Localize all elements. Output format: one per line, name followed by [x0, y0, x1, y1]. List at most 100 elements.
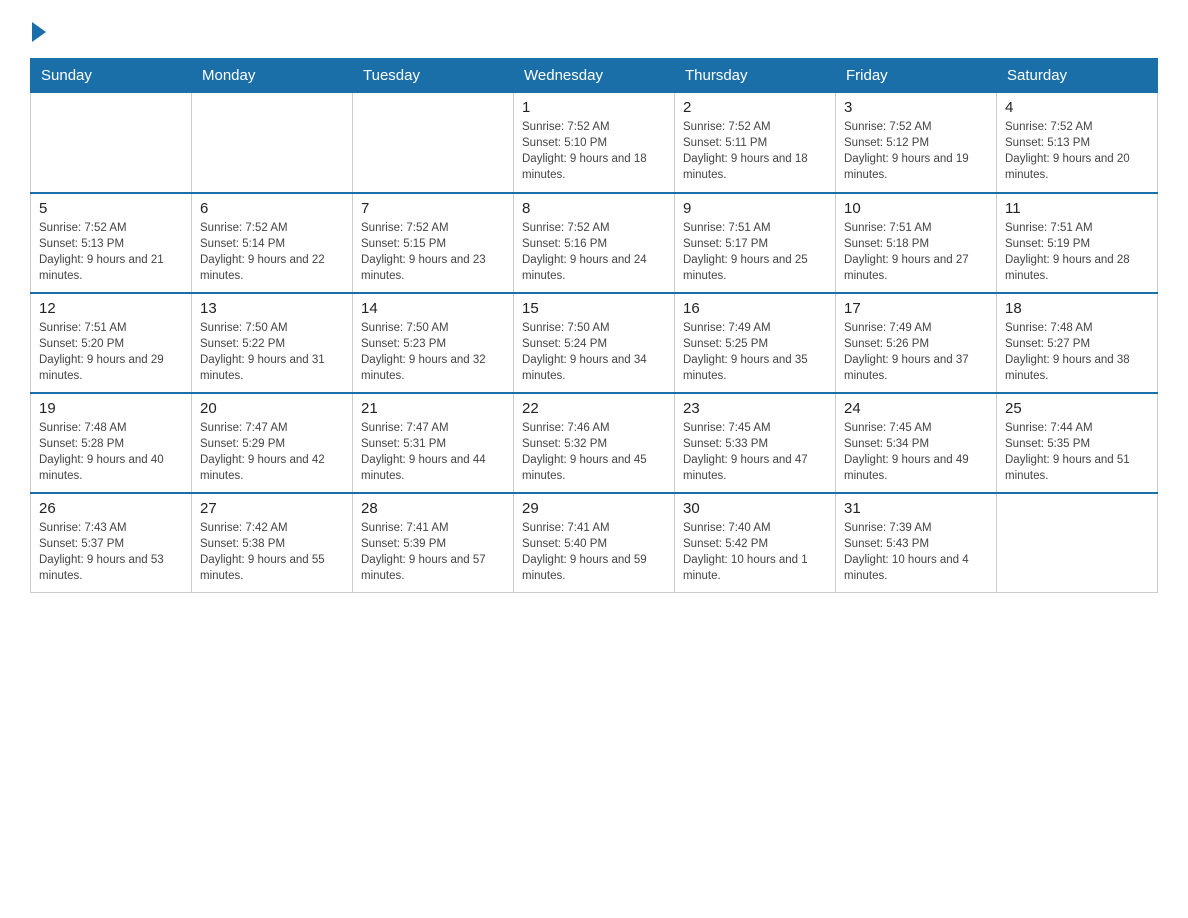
- day-number: 29: [522, 500, 666, 517]
- day-info: Sunrise: 7:47 AMSunset: 5:29 PMDaylight:…: [200, 420, 344, 484]
- day-number: 26: [39, 500, 183, 517]
- calendar-cell: [353, 93, 514, 193]
- calendar-cell: 31 Sunrise: 7:39 AMSunset: 5:43 PMDayligh…: [836, 493, 997, 593]
- day-info: Sunrise: 7:41 AMSunset: 5:40 PMDaylight:…: [522, 520, 666, 584]
- day-of-week-header: Saturday: [997, 59, 1158, 93]
- day-of-week-header: Thursday: [675, 59, 836, 93]
- calendar-cell: 17Sunrise: 7:49 AMSunset: 5:26 PMDayligh…: [836, 293, 997, 393]
- day-number: 20: [200, 400, 344, 417]
- calendar-cell: 8Sunrise: 7:52 AMSunset: 5:16 PMDaylight…: [514, 193, 675, 293]
- day-info: Sunrise: 7:52 AMSunset: 5:12 PMDaylight:…: [844, 119, 988, 183]
- day-info: Sunrise: 7:45 AMSunset: 5:34 PMDaylight:…: [844, 420, 988, 484]
- day-number: 2: [683, 99, 827, 116]
- calendar-cell: 28 Sunrise: 7:41 AMSunset: 5:39 PMDayligh…: [353, 493, 514, 593]
- day-info: Sunrise: 7:47 AMSunset: 5:31 PMDaylight:…: [361, 420, 505, 484]
- calendar-cell: 18 Sunrise: 7:48 AMSunset: 5:27 PMDayligh…: [997, 293, 1158, 393]
- day-info: Sunrise: 7:50 AMSunset: 5:23 PMDaylight:…: [361, 320, 505, 384]
- day-number: 19: [39, 400, 183, 417]
- calendar-cell: 10 Sunrise: 7:51 AMSunset: 5:18 PMDayligh…: [836, 193, 997, 293]
- day-number: 24: [844, 400, 988, 417]
- day-number: 15: [522, 300, 666, 317]
- day-number: 17: [844, 300, 988, 317]
- day-info: Sunrise: 7:46 AMSunset: 5:32 PMDaylight:…: [522, 420, 666, 484]
- day-number: 7: [361, 200, 505, 217]
- calendar-cell: 19 Sunrise: 7:48 AMSunset: 5:28 PMDayligh…: [31, 393, 192, 493]
- logo-arrow-icon: [32, 22, 46, 42]
- day-of-week-header: Monday: [192, 59, 353, 93]
- day-number: 14: [361, 300, 505, 317]
- calendar-cell: [997, 493, 1158, 593]
- calendar-week-row: 26 Sunrise: 7:43 AMSunset: 5:37 PMDayligh…: [31, 493, 1158, 593]
- day-info: Sunrise: 7:48 AMSunset: 5:27 PMDaylight:…: [1005, 320, 1149, 384]
- calendar-cell: 7 Sunrise: 7:52 AMSunset: 5:15 PMDaylight…: [353, 193, 514, 293]
- calendar-cell: 30 Sunrise: 7:40 AMSunset: 5:42 PMDayligh…: [675, 493, 836, 593]
- day-of-week-header: Tuesday: [353, 59, 514, 93]
- day-number: 28: [361, 500, 505, 517]
- calendar-cell: 24 Sunrise: 7:45 AMSunset: 5:34 PMDayligh…: [836, 393, 997, 493]
- calendar-table: SundayMondayTuesdayWednesdayThursdayFrid…: [30, 58, 1158, 593]
- day-info: Sunrise: 7:52 AMSunset: 5:14 PMDaylight:…: [200, 220, 344, 284]
- calendar-cell: 16 Sunrise: 7:49 AMSunset: 5:25 PMDayligh…: [675, 293, 836, 393]
- calendar-cell: 29 Sunrise: 7:41 AMSunset: 5:40 PMDayligh…: [514, 493, 675, 593]
- day-number: 1: [522, 99, 666, 116]
- day-info: Sunrise: 7:40 AMSunset: 5:42 PMDaylight:…: [683, 520, 827, 584]
- calendar-week-row: 1 Sunrise: 7:52 AMSunset: 5:10 PMDaylight…: [31, 93, 1158, 193]
- calendar-cell: 25Sunrise: 7:44 AMSunset: 5:35 PMDayligh…: [997, 393, 1158, 493]
- day-info: Sunrise: 7:50 AMSunset: 5:24 PMDaylight:…: [522, 320, 666, 384]
- day-number: 10: [844, 200, 988, 217]
- day-info: Sunrise: 7:41 AMSunset: 5:39 PMDaylight:…: [361, 520, 505, 584]
- day-info: Sunrise: 7:52 AMSunset: 5:13 PMDaylight:…: [39, 220, 183, 284]
- calendar-cell: 3 Sunrise: 7:52 AMSunset: 5:12 PMDaylight…: [836, 93, 997, 193]
- day-number: 13: [200, 300, 344, 317]
- day-number: 22: [522, 400, 666, 417]
- day-info: Sunrise: 7:51 AMSunset: 5:18 PMDaylight:…: [844, 220, 988, 284]
- calendar-cell: [31, 93, 192, 193]
- logo: [30, 20, 46, 38]
- day-number: 21: [361, 400, 505, 417]
- calendar-cell: 2 Sunrise: 7:52 AMSunset: 5:11 PMDaylight…: [675, 93, 836, 193]
- day-info: Sunrise: 7:44 AMSunset: 5:35 PMDaylight:…: [1005, 420, 1149, 484]
- day-number: 31: [844, 500, 988, 517]
- day-info: Sunrise: 7:50 AMSunset: 5:22 PMDaylight:…: [200, 320, 344, 384]
- day-number: 11: [1005, 200, 1149, 217]
- day-of-week-header: Friday: [836, 59, 997, 93]
- day-number: 12: [39, 300, 183, 317]
- calendar-week-row: 19 Sunrise: 7:48 AMSunset: 5:28 PMDayligh…: [31, 393, 1158, 493]
- day-info: Sunrise: 7:48 AMSunset: 5:28 PMDaylight:…: [39, 420, 183, 484]
- day-info: Sunrise: 7:45 AMSunset: 5:33 PMDaylight:…: [683, 420, 827, 484]
- calendar-cell: 27Sunrise: 7:42 AMSunset: 5:38 PMDayligh…: [192, 493, 353, 593]
- day-number: 16: [683, 300, 827, 317]
- calendar-cell: 12 Sunrise: 7:51 AMSunset: 5:20 PMDayligh…: [31, 293, 192, 393]
- calendar-header-row: SundayMondayTuesdayWednesdayThursdayFrid…: [31, 59, 1158, 93]
- day-info: Sunrise: 7:43 AMSunset: 5:37 PMDaylight:…: [39, 520, 183, 584]
- day-info: Sunrise: 7:39 AMSunset: 5:43 PMDaylight:…: [844, 520, 988, 584]
- calendar-cell: 1 Sunrise: 7:52 AMSunset: 5:10 PMDaylight…: [514, 93, 675, 193]
- day-info: Sunrise: 7:52 AMSunset: 5:13 PMDaylight:…: [1005, 119, 1149, 183]
- day-info: Sunrise: 7:51 AMSunset: 5:20 PMDaylight:…: [39, 320, 183, 384]
- day-info: Sunrise: 7:52 AMSunset: 5:16 PMDaylight:…: [522, 220, 666, 284]
- day-number: 6: [200, 200, 344, 217]
- day-info: Sunrise: 7:51 AMSunset: 5:19 PMDaylight:…: [1005, 220, 1149, 284]
- day-number: 23: [683, 400, 827, 417]
- day-number: 9: [683, 200, 827, 217]
- day-of-week-header: Sunday: [31, 59, 192, 93]
- page-header: [30, 20, 1158, 38]
- day-number: 30: [683, 500, 827, 517]
- calendar-cell: 22 Sunrise: 7:46 AMSunset: 5:32 PMDayligh…: [514, 393, 675, 493]
- day-info: Sunrise: 7:52 AMSunset: 5:15 PMDaylight:…: [361, 220, 505, 284]
- calendar-cell: 11 Sunrise: 7:51 AMSunset: 5:19 PMDayligh…: [997, 193, 1158, 293]
- day-number: 3: [844, 99, 988, 116]
- calendar-cell: 4 Sunrise: 7:52 AMSunset: 5:13 PMDaylight…: [997, 93, 1158, 193]
- calendar-cell: [192, 93, 353, 193]
- day-number: 4: [1005, 99, 1149, 116]
- calendar-cell: 13 Sunrise: 7:50 AMSunset: 5:22 PMDayligh…: [192, 293, 353, 393]
- day-of-week-header: Wednesday: [514, 59, 675, 93]
- day-info: Sunrise: 7:52 AMSunset: 5:11 PMDaylight:…: [683, 119, 827, 183]
- day-info: Sunrise: 7:49 AMSunset: 5:25 PMDaylight:…: [683, 320, 827, 384]
- calendar-cell: 23 Sunrise: 7:45 AMSunset: 5:33 PMDayligh…: [675, 393, 836, 493]
- calendar-cell: 14 Sunrise: 7:50 AMSunset: 5:23 PMDayligh…: [353, 293, 514, 393]
- day-info: Sunrise: 7:52 AMSunset: 5:10 PMDaylight:…: [522, 119, 666, 183]
- day-info: Sunrise: 7:51 AMSunset: 5:17 PMDaylight:…: [683, 220, 827, 284]
- calendar-cell: 6 Sunrise: 7:52 AMSunset: 5:14 PMDaylight…: [192, 193, 353, 293]
- day-number: 18: [1005, 300, 1149, 317]
